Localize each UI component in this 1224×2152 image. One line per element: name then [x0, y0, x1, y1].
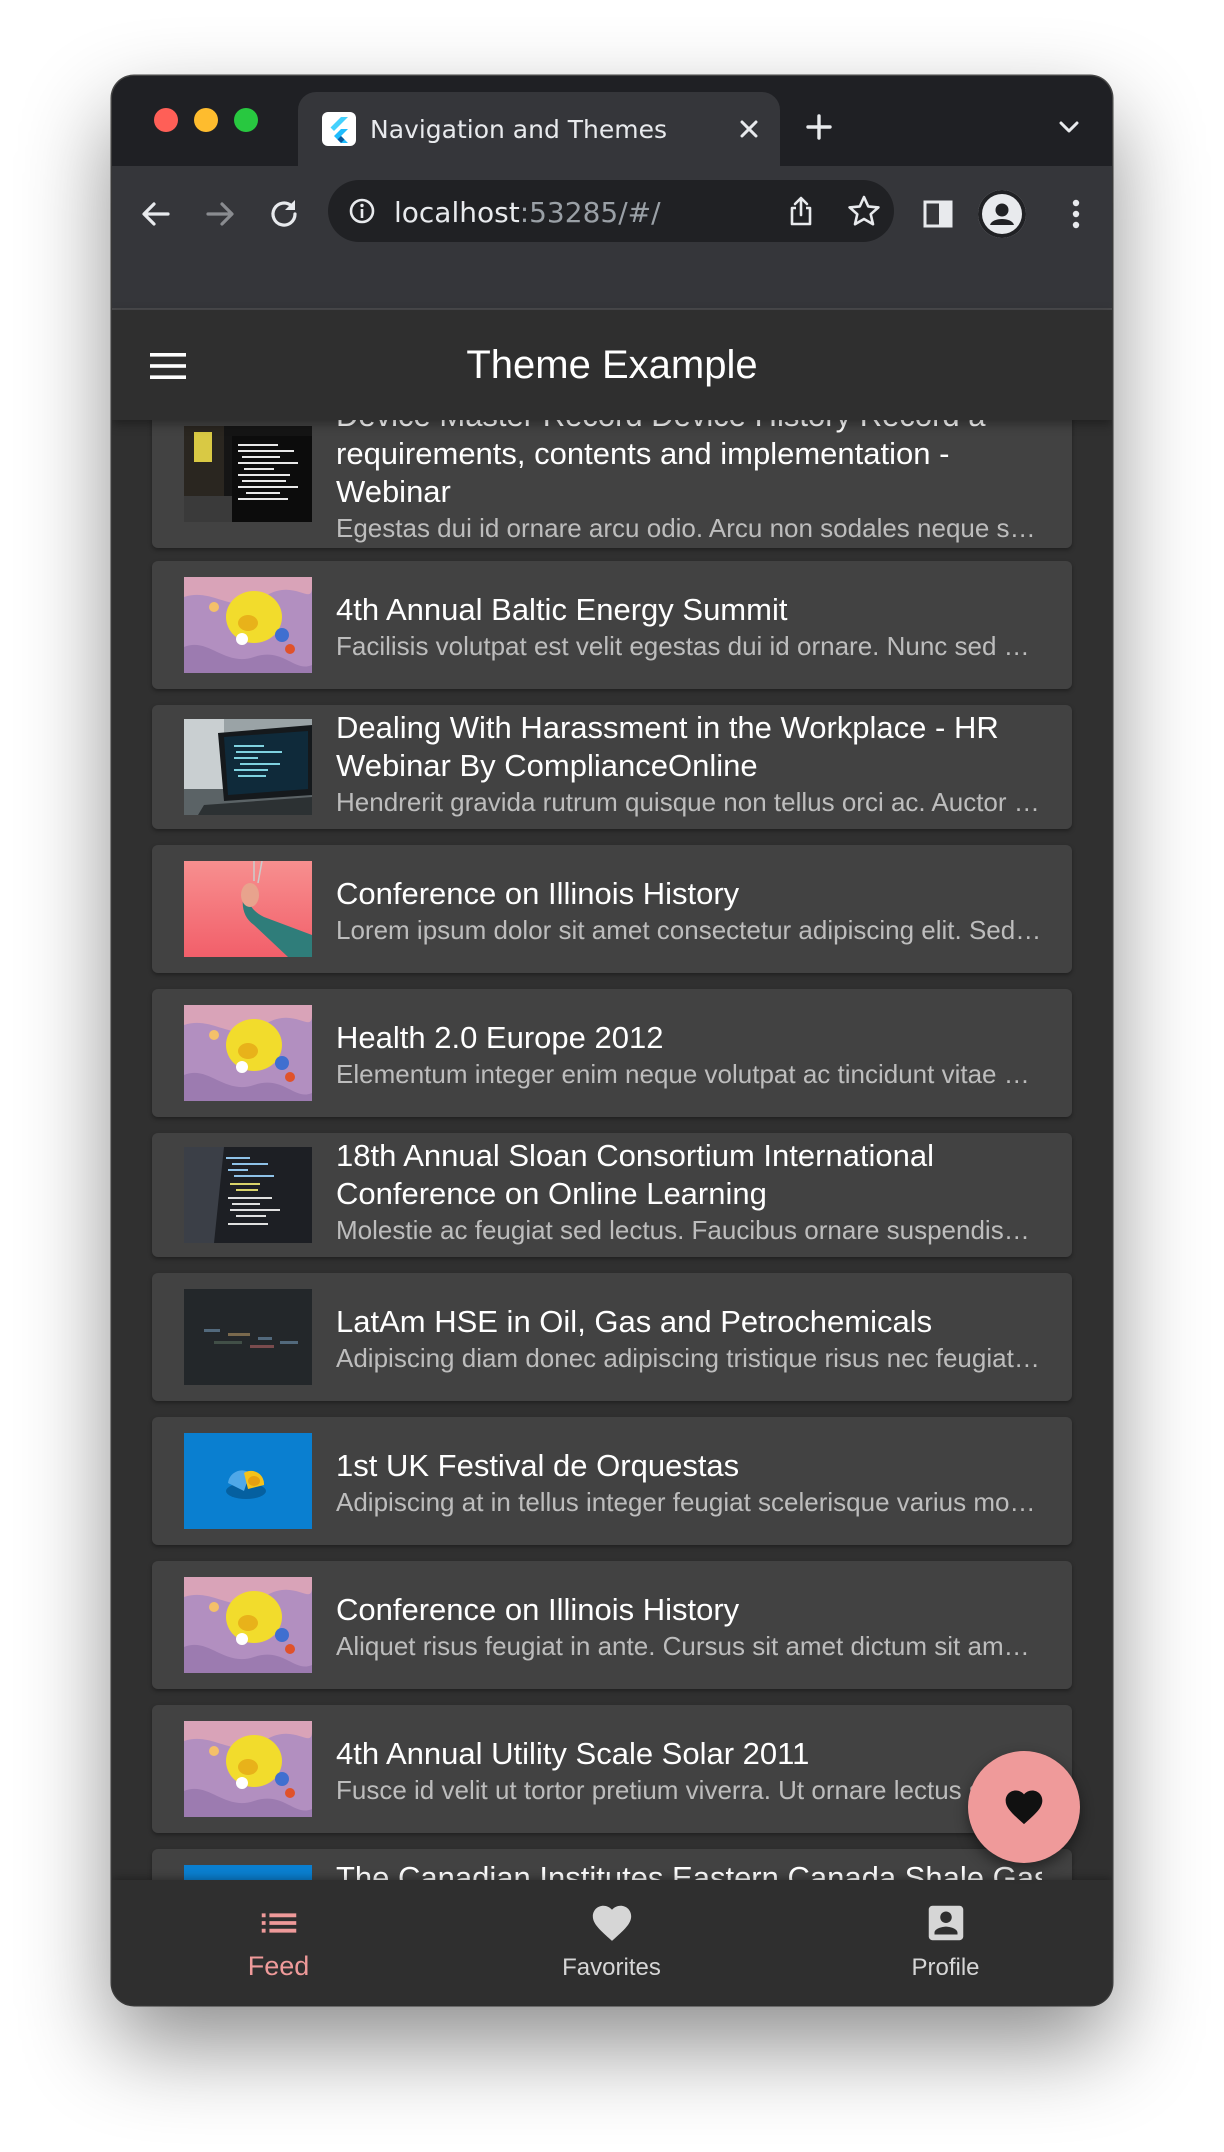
reload-icon[interactable] [264, 194, 304, 234]
thumbnail-image [184, 1005, 312, 1101]
thumbnail-image [184, 426, 312, 522]
thumbnail-image [184, 1289, 312, 1385]
card-subtitle: Fusce id velit ut tortor pretium viverra… [336, 1775, 1042, 1805]
card-text: 4th Annual Utility Scale Solar 2011 Fusc… [336, 1735, 1042, 1807]
nav-label: Profile [911, 1954, 980, 1981]
card-text: Device Master Record Device History Reco… [336, 420, 1042, 545]
back-arrow-icon[interactable] [136, 194, 176, 234]
card-subtitle: Hendrerit gravida rutrum quisque non tel… [336, 787, 1042, 817]
flutter-logo-icon [322, 112, 356, 146]
nav-label: Feed [247, 1951, 310, 1981]
thumbnail-image [184, 1577, 312, 1673]
url-text: localhost:53285/#/ [394, 196, 661, 229]
card-title: 4th Annual Utility Scale Solar 2011 [336, 1736, 810, 1771]
card-title: LatAm HSE in Oil, Gas and Petrochemicals [336, 1304, 933, 1339]
nav-item-feed[interactable]: Feed [112, 1880, 445, 2005]
card-subtitle: Facilisis volutpat est velit egestas dui… [336, 631, 1042, 661]
thumbnail-image [184, 1433, 312, 1529]
more-vert-icon[interactable] [1056, 194, 1096, 234]
heart-icon [1005, 1790, 1043, 1825]
feed-card[interactable]: Conference on Illinois History Aliquet r… [152, 1561, 1072, 1689]
heart-icon [592, 1905, 632, 1941]
share-icon[interactable] [784, 194, 818, 228]
star-icon[interactable] [846, 193, 882, 229]
nav-item-profile[interactable]: Profile [779, 1880, 1112, 2005]
card-text: 1st UK Festival de Orquestas Adipiscing … [336, 1447, 1042, 1519]
account-box-icon [928, 1905, 964, 1941]
chevron-down-icon[interactable] [1054, 112, 1084, 142]
feed-list[interactable]: Device Master Record Device History Reco… [112, 420, 1112, 1934]
feed-card[interactable]: Dealing With Harassment in the Workplace… [152, 705, 1072, 829]
thumbnail-image [184, 1721, 312, 1817]
url-path: :53285/#/ [519, 196, 661, 229]
app-title: Theme Example [466, 343, 758, 387]
card-text: Conference on Illinois History Lorem ips… [336, 875, 1042, 947]
profile-avatar[interactable] [978, 190, 1026, 238]
card-text: 4th Annual Baltic Energy Summit Facilisi… [336, 591, 1042, 663]
card-title: 18th Annual Sloan Consortium Internation… [336, 1138, 935, 1211]
feed-card[interactable]: 4th Annual Utility Scale Solar 2011 Fusc… [152, 1705, 1072, 1833]
tab-title: Navigation and Themes [370, 115, 668, 144]
zoom-window-button[interactable] [234, 108, 258, 132]
list-icon [261, 1913, 297, 1933]
side-panel-icon[interactable] [920, 196, 956, 232]
card-title: 4th Annual Baltic Energy Summit [336, 592, 788, 627]
info-icon[interactable] [346, 195, 378, 227]
thumbnail-image [184, 861, 312, 957]
card-text: LatAm HSE in Oil, Gas and Petrochemicals… [336, 1303, 1042, 1375]
card-subtitle: Adipiscing diam donec adipiscing tristiq… [336, 1343, 1042, 1373]
nav-item-favorites[interactable]: Favorites [445, 1880, 778, 2005]
card-subtitle: Lorem ipsum dolor sit amet consectetur a… [336, 915, 1042, 945]
card-title: Dealing With Harassment in the Workplace… [336, 710, 999, 783]
feed-card[interactable]: 4th Annual Baltic Energy Summit Facilisi… [152, 561, 1072, 689]
browser-window: Navigation and Themes localhost:53285/#/… [112, 76, 1112, 2005]
nav-label: Favorites [562, 1954, 661, 1981]
card-subtitle: Adipiscing at in tellus integer feugiat … [336, 1487, 1042, 1517]
feed-card[interactable]: Conference on Illinois History Lorem ips… [152, 845, 1072, 973]
card-title: 1st UK Festival de Orquestas [336, 1448, 740, 1483]
feed-card[interactable]: LatAm HSE in Oil, Gas and Petrochemicals… [152, 1273, 1072, 1401]
thumbnail-image [184, 1147, 312, 1243]
feed-card[interactable]: Health 2.0 Europe 2012 Elementum integer… [152, 989, 1072, 1117]
browser-tab[interactable]: Navigation and Themes [298, 92, 780, 166]
card-subtitle: Aliquet risus feugiat in ante. Cursus si… [336, 1631, 1042, 1661]
thumbnail-image [184, 577, 312, 673]
card-text: Conference on Illinois History Aliquet r… [336, 1591, 1042, 1663]
app-bar: Theme Example [112, 310, 1112, 420]
forward-arrow-icon[interactable] [200, 194, 240, 234]
browser-toolbar: localhost:53285/#/ [112, 166, 1112, 310]
card-text: 18th Annual Sloan Consortium Internation… [336, 1137, 1042, 1247]
close-window-button[interactable] [154, 108, 178, 132]
card-text: Dealing With Harassment in the Workplace… [336, 709, 1042, 819]
tab-strip: Navigation and Themes [112, 76, 1112, 166]
close-icon[interactable] [732, 112, 766, 146]
card-subtitle: Molestie ac feugiat sed lectus. Faucibus… [336, 1215, 1042, 1245]
card-title: Health 2.0 Europe 2012 [336, 1020, 664, 1055]
card-title: Conference on Illinois History [336, 876, 740, 911]
minimize-window-button[interactable] [194, 108, 218, 132]
person-icon [978, 190, 1026, 238]
address-bar[interactable]: localhost:53285/#/ [328, 180, 894, 242]
feed-card[interactable]: 18th Annual Sloan Consortium Internation… [152, 1133, 1072, 1257]
card-text: Health 2.0 Europe 2012 Elementum integer… [336, 1019, 1042, 1091]
bottom-navigation: Feed Favorites Profile [112, 1880, 1112, 2005]
card-subtitle: Egestas dui id ornare arcu odio. Arcu no… [336, 513, 1042, 543]
favorite-fab[interactable] [968, 1751, 1080, 1863]
card-title: Conference on Illinois History [336, 1592, 740, 1627]
url-host: localhost [394, 196, 520, 229]
new-tab-icon[interactable] [802, 110, 836, 144]
feed-card[interactable]: 1st UK Festival de Orquestas Adipiscing … [152, 1417, 1072, 1545]
card-subtitle: Elementum integer enim neque volutpat ac… [336, 1059, 1042, 1089]
card-title: Device Master Record Device History Reco… [336, 420, 986, 509]
thumbnail-image [184, 719, 312, 815]
feed-card[interactable]: Device Master Record Device History Reco… [152, 420, 1072, 548]
